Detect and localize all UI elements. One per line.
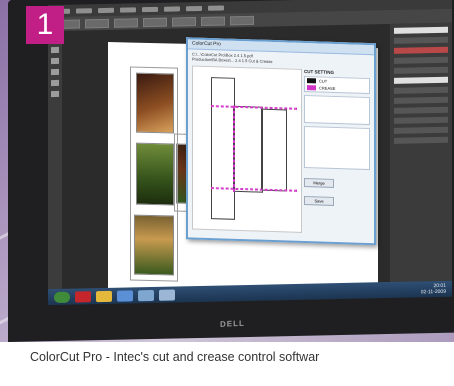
colorcut-dialog[interactable]: ColorCut Pro C:\...\ColorCut Pro\Box 2.4… bbox=[186, 37, 376, 246]
layer-row[interactable] bbox=[394, 36, 448, 44]
layer-row[interactable] bbox=[394, 96, 448, 104]
cut-setting-panel: CUT SETTING CUT CREASE Merge Save bbox=[304, 69, 370, 235]
layer-row[interactable] bbox=[394, 126, 448, 134]
folder-taskbar-icon[interactable] bbox=[96, 290, 112, 302]
color-mapping-list[interactable]: CUT CREASE bbox=[304, 76, 370, 95]
layer-row[interactable] bbox=[394, 66, 448, 74]
layer-row[interactable] bbox=[394, 56, 448, 64]
save-button[interactable]: Save bbox=[304, 196, 334, 206]
dialog-buttons: Merge Save bbox=[304, 171, 370, 209]
layer-row[interactable] bbox=[394, 76, 448, 84]
type-tool-icon[interactable] bbox=[51, 68, 59, 76]
cut-color-swatch bbox=[307, 78, 316, 84]
box-dieline bbox=[130, 66, 178, 282]
monitor-screen: ColorCut Pro C:\...\ColorCut Pro\Box 2.4… bbox=[48, 0, 452, 306]
settings-box[interactable] bbox=[304, 126, 370, 171]
monitor-brand-logo: DELL bbox=[220, 318, 245, 329]
rectangle-tool-icon[interactable] bbox=[51, 79, 59, 87]
crease-line bbox=[233, 105, 235, 192]
start-button[interactable] bbox=[54, 291, 70, 303]
crease-color-label: CREASE bbox=[319, 85, 336, 91]
layer-row[interactable] bbox=[394, 116, 448, 124]
browser-taskbar-icon[interactable] bbox=[117, 289, 133, 302]
monitor: ColorCut Pro C:\...\ColorCut Pro\Box 2.4… bbox=[8, 0, 454, 343]
layer-row[interactable] bbox=[394, 86, 448, 94]
cut-color-label: CUT bbox=[319, 78, 328, 84]
layer-row[interactable] bbox=[394, 26, 448, 34]
acrobat-taskbar-icon[interactable] bbox=[75, 290, 91, 303]
tools-panel[interactable] bbox=[48, 30, 62, 290]
window-taskbar-icon[interactable] bbox=[159, 289, 175, 301]
pen-tool-icon[interactable] bbox=[51, 57, 59, 65]
crease-color-swatch bbox=[307, 85, 316, 91]
image-caption: ColorCut Pro - Intec's cut and crease co… bbox=[0, 342, 454, 386]
system-tray[interactable]: 20:01 02-11-2009 bbox=[421, 283, 446, 296]
direct-select-tool-icon[interactable] bbox=[51, 46, 59, 54]
dieline-preview[interactable] bbox=[192, 65, 302, 233]
cut-line bbox=[211, 77, 235, 220]
step-number-badge: 1 bbox=[26, 6, 64, 44]
merge-button[interactable]: Merge bbox=[304, 178, 334, 188]
layers-panel[interactable] bbox=[390, 22, 452, 282]
layer-row[interactable] bbox=[394, 106, 448, 114]
zoom-tool-icon[interactable] bbox=[51, 90, 59, 98]
layer-row[interactable] bbox=[394, 46, 448, 54]
cut-line bbox=[261, 108, 287, 192]
crease-color-row[interactable]: CREASE bbox=[305, 84, 369, 93]
layer-row[interactable] bbox=[394, 136, 448, 144]
options-box[interactable] bbox=[304, 95, 370, 126]
app-taskbar-icon[interactable] bbox=[138, 289, 154, 301]
clock-date: 02-11-2009 bbox=[420, 288, 446, 296]
cut-line bbox=[233, 105, 263, 193]
